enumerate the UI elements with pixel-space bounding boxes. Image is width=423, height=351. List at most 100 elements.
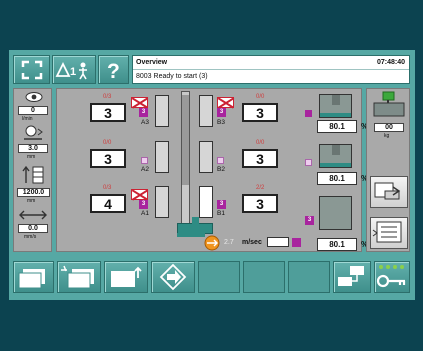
nav-button-blank-1 [198, 261, 240, 293]
b2-label: B2 [217, 166, 225, 173]
slot-a2[interactable] [155, 141, 169, 173]
a1-blocked-icon [131, 189, 148, 200]
b3-fraction: 0/0 [256, 94, 265, 100]
speed-badge [292, 238, 301, 247]
slot-b1[interactable] [199, 186, 213, 218]
b3-badge: 3 [217, 108, 226, 117]
network-icon [338, 266, 364, 286]
a3-blocked-icon [131, 97, 148, 108]
mold-3-percent: 80.1 [317, 238, 357, 251]
mold1-badge [305, 110, 312, 117]
slot-a1[interactable] [155, 186, 169, 218]
hmi-screen: 1 ? Overview 07:48:40 8003 Ready to start… [9, 50, 415, 300]
mold-2-percent: 80.1 [317, 172, 357, 185]
status-message: 8003 Ready to start (3) [136, 73, 208, 80]
height-icon [22, 165, 44, 184]
a3-badge: 3 [139, 108, 148, 117]
login-key-button[interactable] [374, 261, 410, 293]
slot-b2[interactable] [199, 141, 213, 173]
network-button[interactable] [333, 261, 371, 293]
b1-fraction: 2/2 [256, 185, 265, 191]
a1-label: A1 [141, 210, 149, 217]
nav-button-blank-3 [288, 261, 330, 293]
thickness-value[interactable]: 3.0 [18, 144, 48, 153]
transfer-hand-icon [374, 182, 401, 200]
screen-title: Overview [136, 59, 168, 66]
flow-value[interactable]: 0 [18, 106, 48, 115]
speed-unit: mm/s [24, 234, 37, 240]
nav-button-3[interactable] [104, 261, 148, 293]
b3-label: B3 [217, 119, 225, 126]
svg-text:?: ? [107, 60, 120, 81]
speed-setpoint[interactable] [267, 237, 289, 247]
b1-badge: 3 [217, 200, 226, 209]
left-parameters-panel: 0 l/min 3.0 mm 1200.0 mm 0.0 mm/s [13, 88, 52, 252]
horizontal-arrows-icon [19, 210, 47, 220]
dosing-icon [24, 125, 43, 140]
a2-label: A2 [141, 166, 149, 173]
motor-icon [204, 235, 220, 251]
screen-import-icon [111, 266, 142, 287]
travel-speed: 2.7 [224, 239, 234, 246]
machine-icon [372, 221, 402, 243]
mold3-badge: 3 [305, 216, 314, 225]
a2-value[interactable]: 3 [90, 149, 126, 168]
nav-button-2[interactable] [57, 261, 101, 293]
speed-value[interactable]: 0.0 [18, 224, 48, 233]
mold-2[interactable] [319, 144, 352, 168]
travel-speed-unit: m/sec [242, 239, 262, 246]
b2-fraction: 0/0 [256, 140, 265, 146]
a3-value[interactable]: 3 [90, 103, 126, 122]
slot-a3[interactable] [155, 95, 169, 127]
fullscreen-icon [21, 60, 42, 79]
b3-value[interactable]: 3 [242, 103, 278, 122]
a3-fraction: 0/3 [103, 94, 112, 100]
screen-overview-icon [18, 269, 45, 289]
lift-rail-inner [182, 95, 189, 185]
b2-indicator [217, 157, 224, 164]
help-button[interactable]: ? [98, 55, 129, 84]
lift-connector [192, 217, 199, 224]
nav-button-1[interactable] [13, 261, 54, 293]
help-icon: ? [107, 60, 120, 81]
a1-badge: 3 [139, 200, 148, 209]
material-counter-unit: kg [384, 133, 390, 139]
transfer-button[interactable] [370, 176, 408, 208]
mold2-indicator [305, 159, 312, 166]
nav-button-4[interactable] [151, 261, 195, 293]
production-overview-panel: 0/3 3 3 A3 0/0 3 A2 0/3 4 3 A1 2.7 m/sec… [56, 88, 368, 252]
right-panel: 00 kg [366, 88, 410, 252]
thickness-unit: mm [27, 154, 36, 160]
a2-fraction: 0/0 [103, 140, 112, 146]
b1-value[interactable]: 3 [242, 194, 278, 213]
length-unit: mm [27, 198, 36, 204]
material-counter[interactable]: 00 [374, 123, 404, 132]
lift-platform [177, 233, 205, 237]
machine-view-button[interactable] [370, 217, 408, 249]
clock: 07:48:40 [376, 59, 405, 66]
key-icon [376, 265, 406, 288]
eye-icon [25, 92, 43, 102]
fullscreen-button[interactable] [13, 55, 50, 84]
screen-new-icon [61, 265, 94, 289]
nav-button-blank-2 [243, 261, 285, 293]
flow-unit: l/min [22, 116, 33, 122]
mold-1-percent: 80.1 [317, 120, 357, 133]
a3-label: A3 [141, 119, 149, 126]
mold-1[interactable] [319, 94, 352, 118]
b3-blocked-icon [217, 97, 234, 108]
slot-b3[interactable] [199, 95, 213, 127]
length-value[interactable]: 1200.0 [17, 188, 50, 197]
a1-fraction: 0/3 [103, 185, 112, 191]
svg-text:1: 1 [70, 66, 76, 78]
b2-value[interactable]: 3 [242, 149, 278, 168]
status-header: Overview 07:48:40 8003 Ready to start (3) [132, 55, 410, 84]
b1-label: B1 [217, 210, 225, 217]
material-silo-icon [373, 91, 405, 117]
a1-value[interactable]: 4 [90, 194, 126, 213]
next-arrow-icon [159, 263, 187, 291]
mold-3[interactable] [319, 196, 352, 230]
operator-mode-button[interactable]: 1 [52, 55, 96, 84]
a2-indicator [141, 157, 148, 164]
user-mode-icon: 1 [55, 61, 87, 79]
